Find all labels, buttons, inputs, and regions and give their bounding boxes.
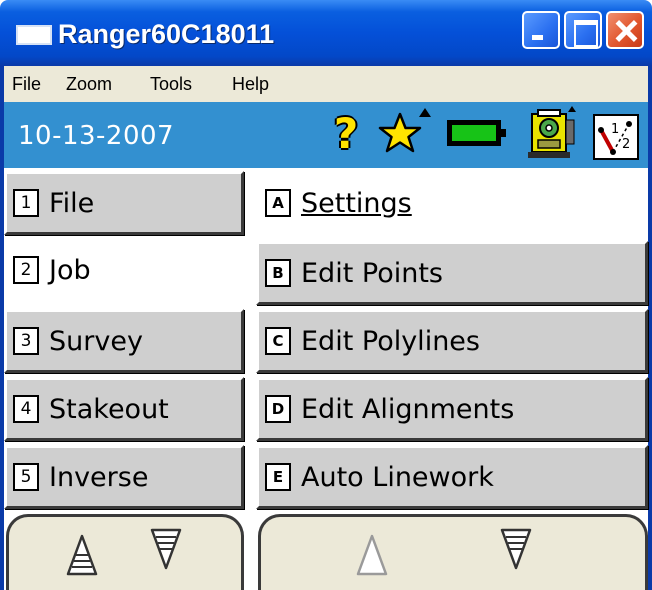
category-inverse-button[interactable]: 5 Inverse bbox=[4, 445, 244, 509]
scroll-down-arrow-icon[interactable] bbox=[149, 525, 183, 571]
option-label: Auto Linework bbox=[301, 461, 494, 493]
scroll-up-arrow-icon[interactable] bbox=[65, 533, 99, 579]
key-badge: A bbox=[265, 189, 291, 217]
option-edit-alignments-button[interactable]: D Edit Alignments bbox=[256, 377, 648, 441]
maximize-button[interactable] bbox=[564, 11, 602, 49]
key-badge: E bbox=[265, 463, 291, 491]
category-file-button[interactable]: 1 File bbox=[4, 171, 244, 235]
category-label: Job bbox=[49, 254, 91, 286]
option-label: Edit Points bbox=[301, 257, 443, 289]
key-badge: B bbox=[265, 259, 291, 287]
app-window-icon bbox=[16, 25, 52, 45]
window-title: Ranger60C18011 bbox=[58, 19, 275, 49]
menu-file[interactable]: File bbox=[12, 66, 41, 102]
key-badge: 4 bbox=[13, 395, 39, 423]
cogo-label-1: 1 bbox=[611, 122, 619, 137]
category-job-button[interactable]: 2 Job bbox=[4, 238, 244, 302]
category-label: Stakeout bbox=[49, 393, 169, 425]
help-icon[interactable]: ? bbox=[326, 110, 366, 158]
option-auto-linework-button[interactable]: E Auto Linework bbox=[256, 445, 648, 509]
category-scroll-panel bbox=[6, 514, 244, 590]
option-label: Edit Alignments bbox=[301, 393, 515, 425]
category-survey-button[interactable]: 3 Survey bbox=[4, 309, 244, 373]
key-badge: 5 bbox=[13, 463, 39, 491]
option-edit-polylines-button[interactable]: C Edit Polylines bbox=[256, 309, 648, 373]
menu-help[interactable]: Help bbox=[232, 66, 269, 102]
option-settings-button[interactable]: A Settings bbox=[256, 171, 648, 235]
close-button[interactable] bbox=[606, 11, 644, 49]
option-scroll-panel bbox=[258, 514, 648, 590]
menu-tools[interactable]: Tools bbox=[150, 66, 192, 102]
key-badge: C bbox=[265, 327, 291, 355]
favorites-star-icon[interactable] bbox=[378, 106, 434, 162]
title-bar[interactable]: Ranger60C18011 bbox=[0, 0, 652, 66]
minimize-button[interactable] bbox=[522, 11, 560, 49]
option-label: Edit Polylines bbox=[301, 325, 480, 357]
key-badge: 1 bbox=[13, 189, 39, 217]
scroll-down-arrow-icon[interactable] bbox=[499, 525, 533, 571]
key-badge: 2 bbox=[13, 256, 39, 284]
category-stakeout-button[interactable]: 4 Stakeout bbox=[4, 377, 244, 441]
cogo-icon[interactable]: 1 2 bbox=[593, 114, 639, 160]
cogo-label-2: 2 bbox=[622, 137, 630, 152]
category-label: Inverse bbox=[49, 461, 149, 493]
main-menu-panel: 1 File 2 Job 3 Survey 4 Stakeout 5 Inver… bbox=[0, 168, 652, 590]
battery-icon[interactable] bbox=[447, 120, 506, 146]
option-edit-points-button[interactable]: B Edit Points bbox=[256, 241, 648, 305]
option-label: Settings bbox=[301, 187, 412, 219]
scroll-up-arrow-disabled-icon bbox=[356, 534, 388, 576]
menu-zoom[interactable]: Zoom bbox=[66, 66, 112, 102]
category-label: Survey bbox=[49, 325, 143, 357]
date-display: 10-13-2007 bbox=[18, 121, 175, 151]
key-badge: D bbox=[265, 395, 291, 423]
instrument-icon[interactable] bbox=[522, 106, 582, 162]
key-badge: 3 bbox=[13, 327, 39, 355]
category-label: File bbox=[49, 187, 95, 219]
menu-bar: File Zoom Tools Help bbox=[0, 66, 652, 102]
